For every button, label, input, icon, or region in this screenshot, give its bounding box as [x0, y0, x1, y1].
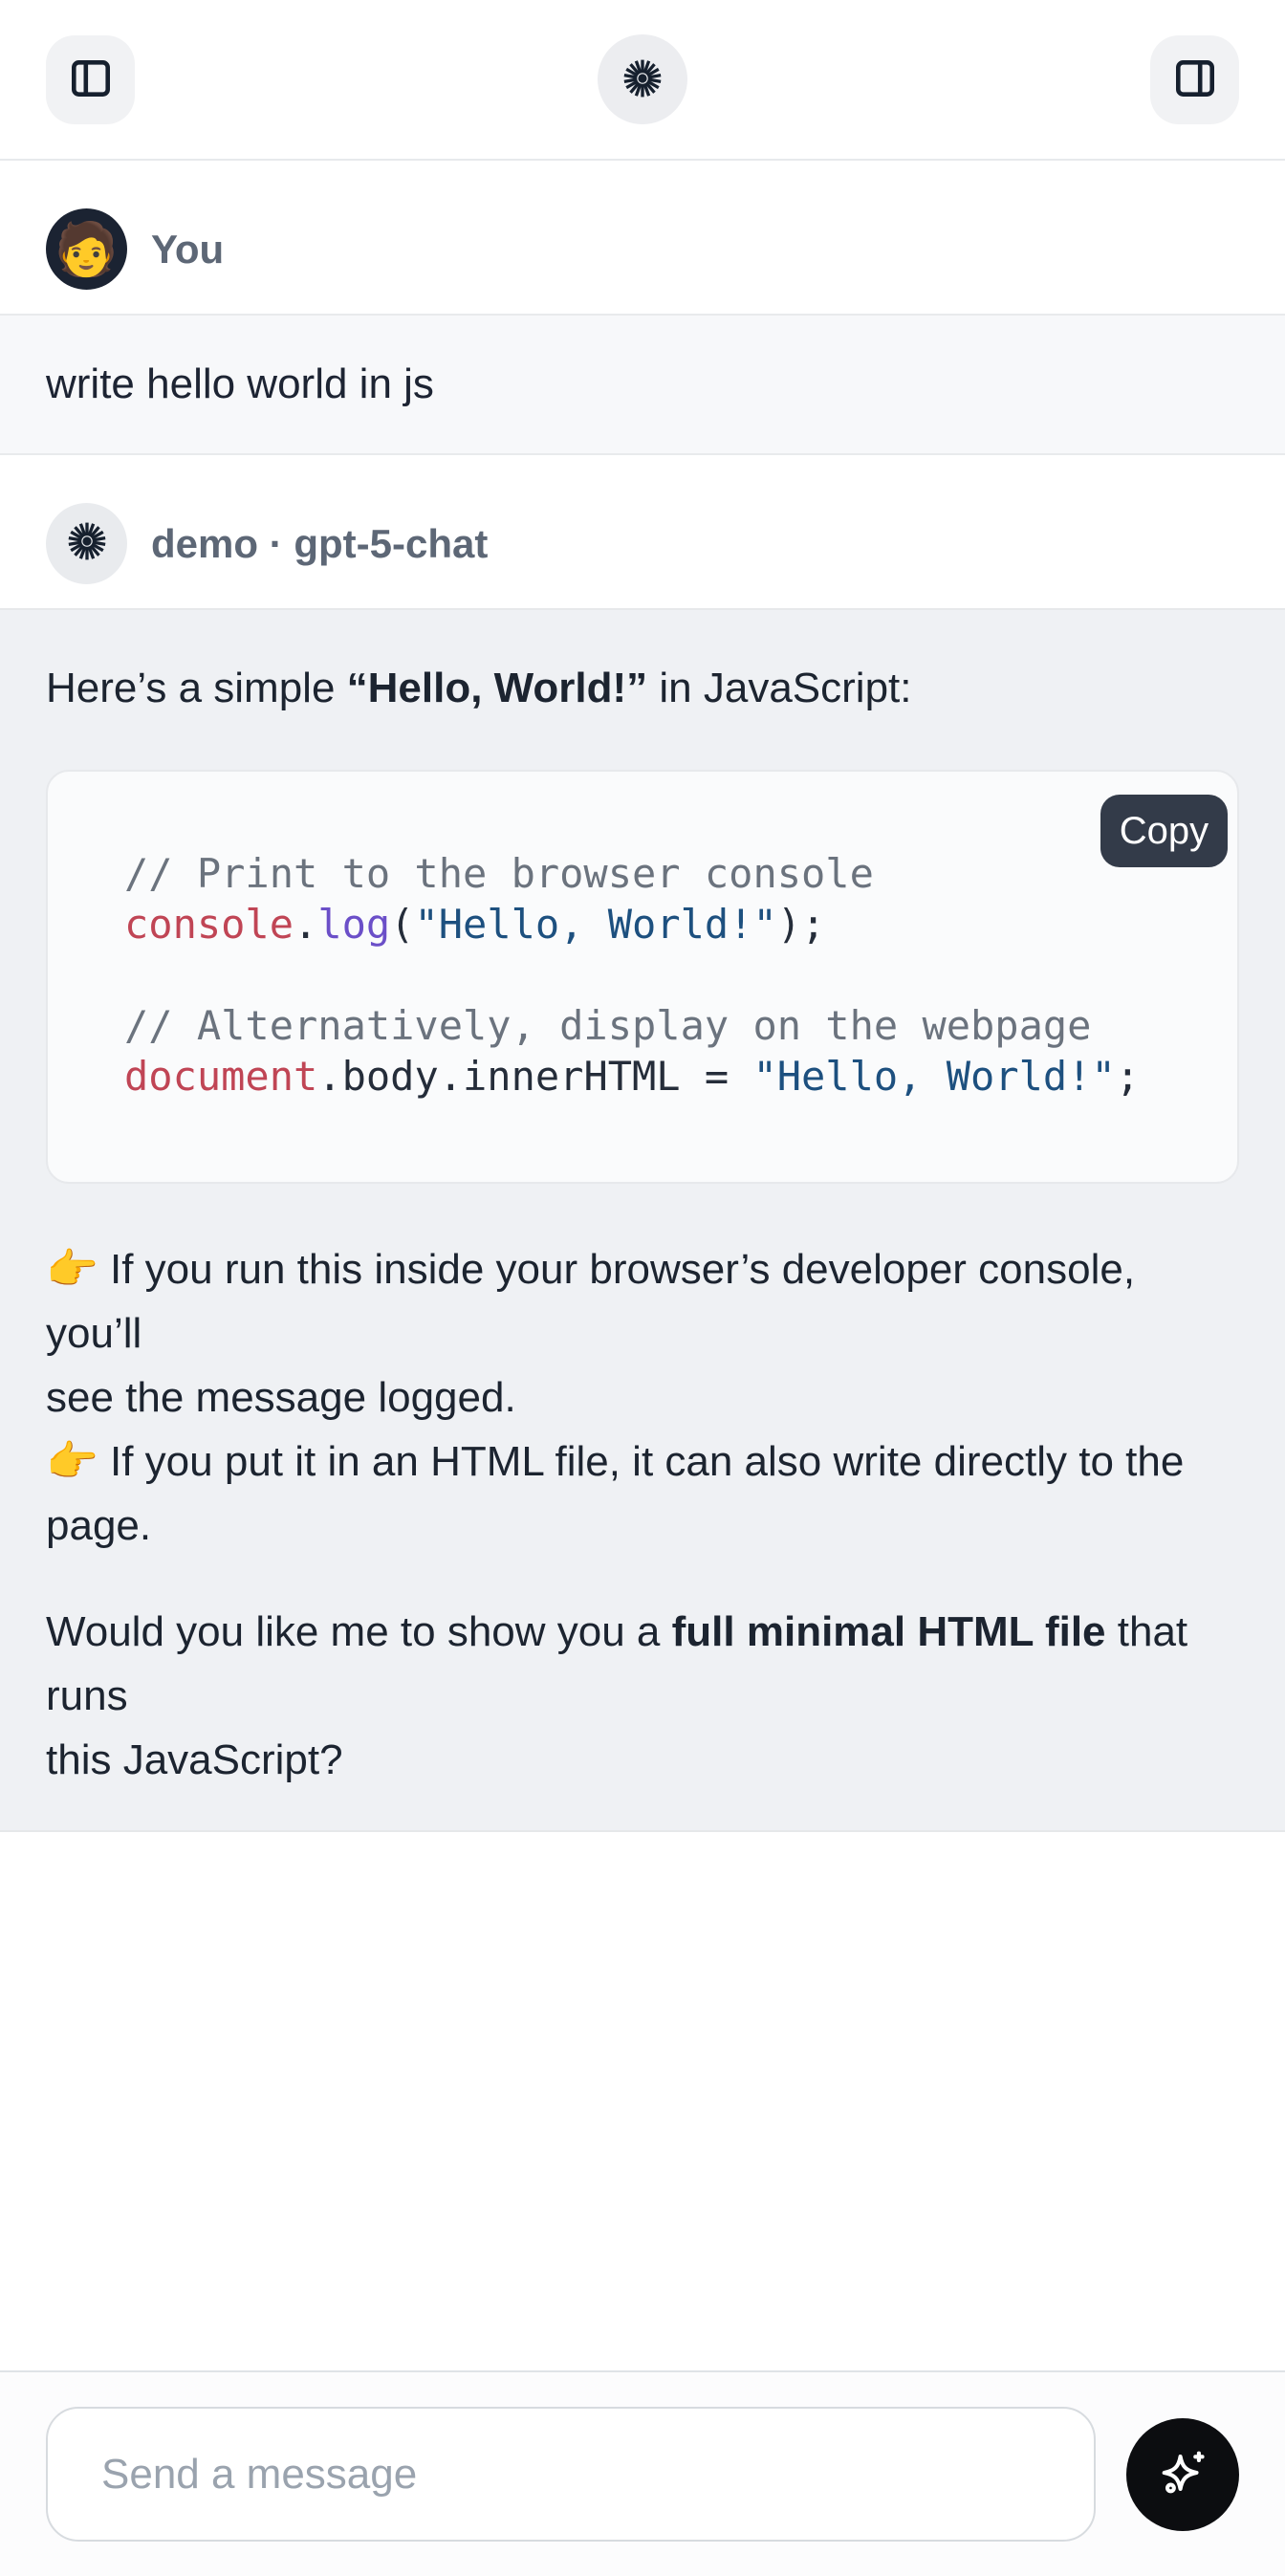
- code-token: log: [317, 901, 390, 948]
- assistant-author-label: demo · gpt-5-chat: [151, 521, 488, 567]
- code-token: .body.innerHTML: [317, 1053, 680, 1100]
- composer-bar: [0, 2370, 1285, 2576]
- message-input[interactable]: [46, 2407, 1096, 2542]
- app-logo-button[interactable]: [598, 34, 687, 124]
- code-token: "Hello, World!": [414, 901, 776, 948]
- sparkle-icon: [1155, 2445, 1210, 2503]
- code-line-comment: // Alternatively, display on the webpage: [124, 1000, 1199, 1051]
- code-token: .: [294, 901, 317, 948]
- user-avatar: 🧑: [46, 208, 127, 290]
- user-message-header: 🧑 You: [0, 161, 1285, 314]
- assistant-message: demo · gpt-5-chat Here’s a simple “Hello…: [0, 455, 1285, 1832]
- question-pre: Would you like me to show you a: [46, 1608, 672, 1655]
- code-token: document: [124, 1053, 317, 1100]
- user-message: 🧑 You write hello world in js: [0, 161, 1285, 455]
- panel-left-icon: [67, 55, 115, 105]
- intro-post: in JavaScript:: [647, 665, 911, 711]
- code-token: // Alternatively, display on the webpage: [124, 1002, 1091, 1049]
- question-bold: full minimal HTML file: [672, 1608, 1106, 1655]
- assistant-message-header: demo · gpt-5-chat: [0, 455, 1285, 608]
- user-message-text: write hello world in js: [46, 360, 1239, 409]
- assistant-question-text: Would you like me to show you a full min…: [46, 1600, 1239, 1792]
- code-token: (: [390, 901, 414, 948]
- top-bar: [0, 0, 1285, 161]
- assistant-notes-text: 👉 If you run this inside your browser’s …: [46, 1237, 1239, 1558]
- person-emoji: 🧑: [54, 224, 119, 275]
- code-token: =: [681, 1053, 753, 1100]
- code-line-comment: // Print to the browser console: [124, 848, 1199, 899]
- code-token: );: [777, 901, 826, 948]
- user-author-label: You: [151, 227, 224, 273]
- assistant-avatar: [46, 503, 127, 584]
- code-token: // Print to the browser console: [124, 850, 874, 897]
- code-line: console.log("Hello, World!");: [124, 899, 1199, 950]
- code-token: console: [124, 901, 294, 948]
- code-line: document.body.innerHTML = "Hello, World!…: [124, 1051, 1199, 1102]
- code-token: "Hello, World!": [752, 1053, 1115, 1100]
- code-block: Copy // Print to the browser console con…: [46, 770, 1239, 1184]
- right-panel-toggle-button[interactable]: [1150, 35, 1239, 124]
- panel-right-icon: [1171, 55, 1219, 105]
- starburst-icon: [621, 56, 664, 103]
- code-line-blank: [124, 950, 1199, 1000]
- assistant-message-body: Here’s a simple “Hello, World!” in JavaS…: [0, 608, 1285, 1832]
- send-button[interactable]: [1126, 2418, 1239, 2531]
- sidebar-toggle-button[interactable]: [46, 35, 135, 124]
- starburst-icon: [65, 519, 109, 568]
- copy-code-button[interactable]: Copy: [1100, 795, 1228, 867]
- code-token: ;: [1116, 1053, 1140, 1100]
- user-message-body: write hello world in js: [0, 314, 1285, 455]
- intro-bold: “Hello, World!”: [347, 665, 648, 711]
- intro-pre: Here’s a simple: [46, 665, 347, 711]
- assistant-intro-text: Here’s a simple “Hello, World!” in JavaS…: [46, 656, 1239, 720]
